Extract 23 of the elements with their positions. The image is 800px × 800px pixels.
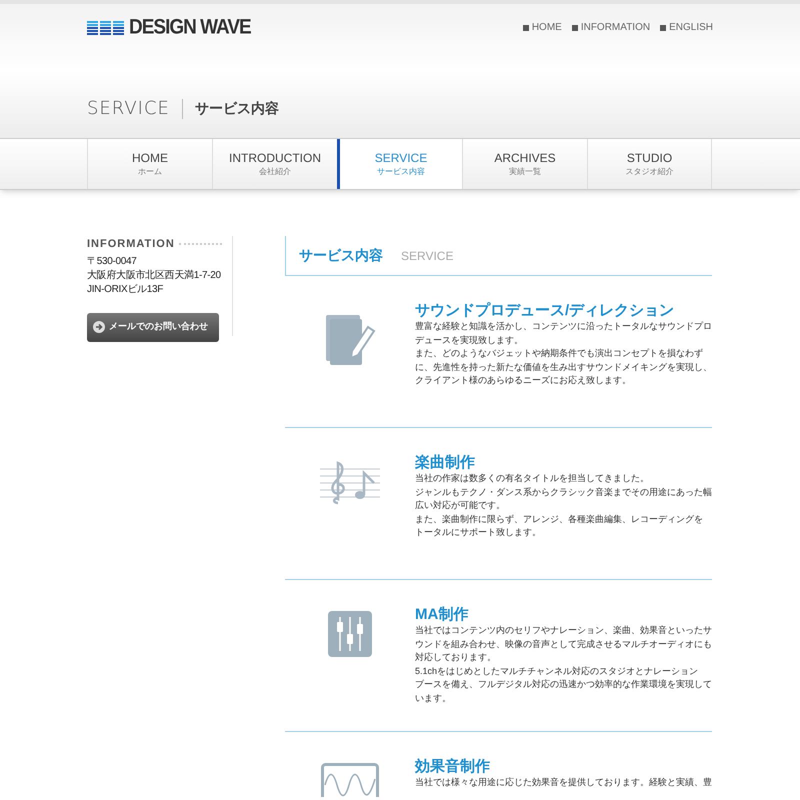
service-description: 当社では様々な用途に応じた効果音を提供しております。経験と実績、豊 (415, 776, 712, 789)
service-description: 当社の作家は数多くの有名タイトルを担当してきました。 ジャンルもテクノ・ダンス系からクラシック音楽までその用途にあった幅 広い対応が可能です。 また、楽曲制作に限らず、アレンジ、各種楽曲編集、レコーディングを トータルにサポート致します。 (415, 472, 712, 539)
info-heading: INFORMATION (87, 237, 175, 252)
nav-tab[interactable]: STUDIO スタジオ紹介 (587, 139, 712, 189)
address-text: 〒530-0047 大阪府大阪市北区西天満1-7-20 JIN-ORIXビル13F (87, 254, 222, 296)
service-title: MA制作 (415, 606, 470, 624)
nav-tab[interactable]: ARCHIVES 実績一覧 (462, 139, 587, 189)
service-title: サウンドプロデュース/ディレクション (415, 302, 676, 320)
logo-text: DESIGN WAVE (129, 17, 251, 38)
page-title: SERVICE (87, 97, 170, 121)
nav-tab[interactable]: HOME ホーム (87, 139, 212, 189)
service-description: 豊富な経験と知識を活かし、コンテンツに沿ったトータルなサウンドプロ デュースを実現致します。 また、どのようなバジェットや納期条件でも演出コンセプトを損なわず に、先進性を持った新たな価値を生み出すサウンドメイキングを実現し、 クライアント様のあらゆるニーズにお応え致します。 (415, 320, 712, 387)
section-heading-en: SERVICE (401, 248, 454, 264)
header-link[interactable]: ENGLISH (660, 20, 713, 35)
service-title: 効果音制作 (415, 758, 491, 776)
nav-tab[interactable]: SERVICE サービス内容 (337, 139, 462, 189)
header-link[interactable]: INFORMATION (572, 20, 650, 35)
section-heading: サービス内容 (299, 246, 383, 265)
header-link[interactable]: HOME (522, 20, 562, 35)
contact-button[interactable]: メールでのお問い合わせ (87, 312, 219, 342)
service-title: 楽曲制作 (415, 454, 476, 472)
page-subtitle: サービス内容 (194, 99, 279, 118)
service-description: 当社ではコンテンツ内のセリフやナレーション、楽曲、効果音といったサ ウンドを組み合わせ、映像の音声として完成させるマルチオーディオにも 対応しております。 5.1chをはじめとしたマルチチャンネル対応のスタジオとナレーション ブースを備え、フルデジタル対応の迅速かつ効率的な作業環境を実現して います。 (415, 624, 712, 704)
